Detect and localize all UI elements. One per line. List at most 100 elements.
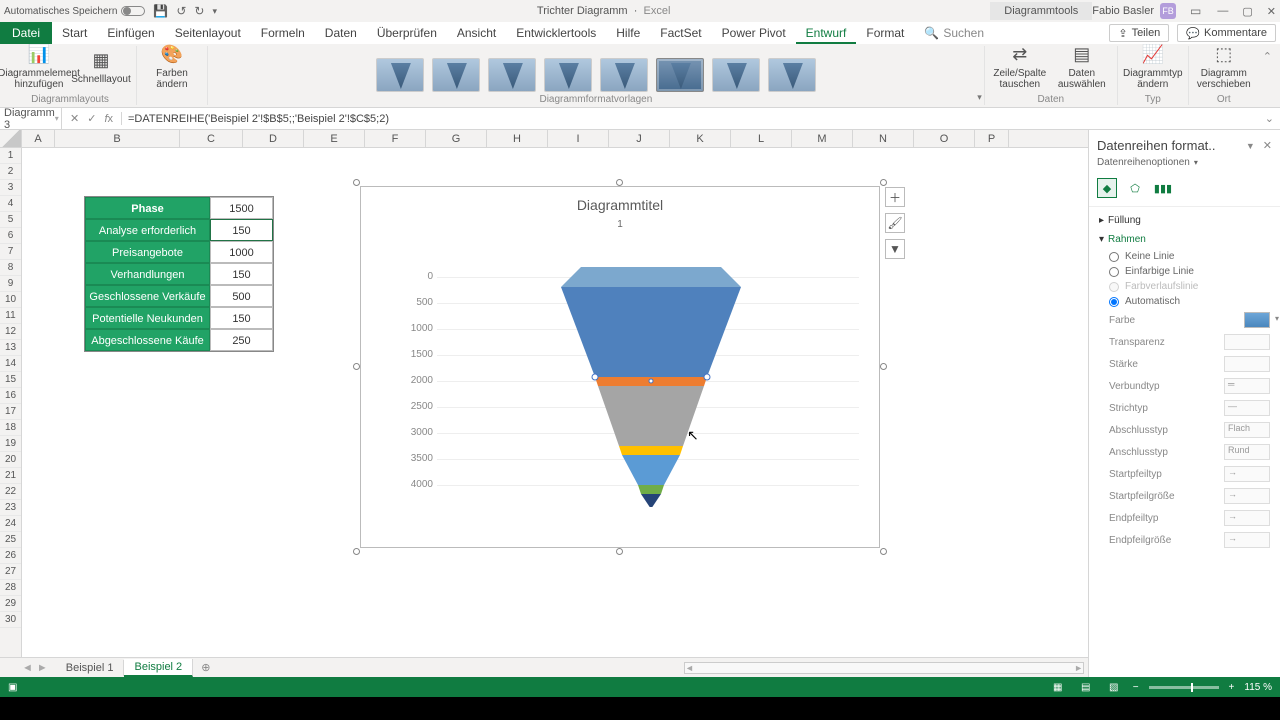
table-row-value[interactable]: 250 [210, 329, 273, 351]
row-header[interactable]: 26 [0, 548, 21, 564]
zoom-slider[interactable] [1149, 686, 1219, 689]
row-header[interactable]: 20 [0, 452, 21, 468]
chart-filter-button[interactable]: ▼ [885, 239, 905, 259]
tab-formulas[interactable]: Formeln [251, 22, 315, 44]
column-header[interactable]: N [853, 130, 914, 147]
pane-dropdown-icon[interactable]: ▼ [1246, 141, 1255, 151]
table-row-label[interactable]: Preisangebote [85, 241, 210, 263]
zoom-out-icon[interactable]: − [1133, 682, 1139, 693]
record-macro-icon[interactable]: ▣ [8, 682, 17, 693]
chart-legend[interactable]: 1 [361, 219, 879, 230]
column-header[interactable]: K [670, 130, 731, 147]
tab-start[interactable]: Start [52, 22, 97, 44]
column-header[interactable]: D [243, 130, 304, 147]
add-sheet-button[interactable]: ⊕ [193, 661, 218, 674]
row-header[interactable]: 17 [0, 404, 21, 420]
chart-style-3[interactable] [488, 58, 536, 92]
chart-style-2[interactable] [432, 58, 480, 92]
sheet-nav-next-icon[interactable]: ► [37, 662, 48, 674]
tab-design[interactable]: Entwurf [796, 22, 857, 44]
table-header-value[interactable]: 1500 [210, 197, 273, 219]
row-header[interactable]: 30 [0, 612, 21, 628]
sheet-tab-2[interactable]: Beispiel 2 [124, 659, 193, 677]
styles-more-icon[interactable]: ▾ [977, 92, 982, 103]
chart-style-5[interactable] [600, 58, 648, 92]
move-chart-button[interactable]: ⬚Diagramm verschieben [1195, 42, 1253, 92]
table-row-value[interactable]: 150 [210, 263, 273, 285]
minimize-icon[interactable]: — [1217, 5, 1228, 18]
table-row-value[interactable]: 150 [210, 307, 273, 329]
enter-formula-icon[interactable]: ✓ [87, 112, 96, 125]
tab-data[interactable]: Daten [315, 22, 367, 44]
row-header[interactable]: 9 [0, 276, 21, 292]
tell-me-search[interactable]: 🔍 Suchen [924, 22, 984, 44]
border-gradient-radio[interactable]: Farbverlaufslinie [1099, 279, 1270, 294]
row-header[interactable]: 15 [0, 372, 21, 388]
chart-style-1[interactable] [376, 58, 424, 92]
row-header[interactable]: 7 [0, 244, 21, 260]
chart-style-7[interactable] [712, 58, 760, 92]
chart-title[interactable]: Diagrammtitel [361, 187, 879, 213]
zoom-in-icon[interactable]: + [1229, 682, 1235, 693]
row-header[interactable]: 3 [0, 180, 21, 196]
chart-style-6[interactable] [656, 58, 704, 92]
quick-layout-button[interactable]: ▦Schnelllayout [72, 42, 130, 92]
chart-object[interactable]: Diagrammtitel 1 050010001500200025003000… [360, 186, 880, 548]
table-row-value[interactable]: 500 [210, 285, 273, 307]
column-header[interactable]: I [548, 130, 609, 147]
table-row-value[interactable]: 150 [210, 219, 273, 241]
table-row-label[interactable]: Analyse erforderlich [85, 219, 210, 241]
table-row-value[interactable]: 1000 [210, 241, 273, 263]
column-header[interactable]: G [426, 130, 487, 147]
expand-formula-icon[interactable]: ⌄ [1259, 112, 1280, 125]
tab-pagelayout[interactable]: Seitenlayout [165, 22, 251, 44]
column-header[interactable]: P [975, 130, 1009, 147]
column-header[interactable]: A [22, 130, 55, 147]
chart-style-4[interactable] [544, 58, 592, 92]
column-header[interactable]: F [365, 130, 426, 147]
chart-plot-area[interactable]: 05001000150020002500300035004000 [401, 257, 859, 527]
arrow-begin-size-select[interactable]: → [1224, 488, 1270, 504]
tab-developer[interactable]: Entwicklertools [506, 22, 606, 44]
table-row-label[interactable]: Geschlossene Verkäufe [85, 285, 210, 307]
table-row-label[interactable]: Verhandlungen [85, 263, 210, 285]
border-solid-radio[interactable]: Einfarbige Linie [1099, 264, 1270, 279]
maximize-icon[interactable]: ▢ [1242, 5, 1252, 18]
tab-view[interactable]: Ansicht [447, 22, 506, 44]
select-all-button[interactable] [0, 130, 22, 147]
row-header[interactable]: 10 [0, 292, 21, 308]
table-row-label[interactable]: Potentielle Neukunden [85, 307, 210, 329]
comments-button[interactable]: 💬 Kommentare [1177, 24, 1276, 42]
border-auto-radio[interactable]: Automatisch [1099, 294, 1270, 309]
row-header[interactable]: 2 [0, 164, 21, 180]
column-header[interactable]: J [609, 130, 670, 147]
column-header[interactable]: B [55, 130, 180, 147]
border-width-input[interactable] [1224, 356, 1270, 372]
column-header[interactable]: H [487, 130, 548, 147]
row-header[interactable]: 28 [0, 580, 21, 596]
name-box[interactable]: Diagramm 3▾ [0, 107, 62, 131]
row-header[interactable]: 1 [0, 148, 21, 164]
row-header[interactable]: 14 [0, 356, 21, 372]
change-chart-type-button[interactable]: 📈Diagrammtyp ändern [1124, 42, 1182, 92]
arrow-begin-type-select[interactable]: → [1224, 466, 1270, 482]
tab-help[interactable]: Hilfe [606, 22, 650, 44]
page-break-view-icon[interactable]: ▧ [1105, 682, 1123, 693]
switch-row-col-button[interactable]: ⇄Zeile/Spalte tauschen [991, 42, 1049, 92]
row-header[interactable]: 13 [0, 340, 21, 356]
row-header[interactable]: 22 [0, 484, 21, 500]
table-row-label[interactable]: Abgeschlossene Käufe [85, 329, 210, 351]
section-fill[interactable]: ▸Füllung [1099, 211, 1270, 230]
page-layout-view-icon[interactable]: ▤ [1077, 682, 1095, 693]
normal-view-icon[interactable]: ▦ [1049, 682, 1067, 693]
row-header[interactable]: 16 [0, 388, 21, 404]
row-header[interactable]: 12 [0, 324, 21, 340]
column-header[interactable]: O [914, 130, 975, 147]
tab-factset[interactable]: FactSet [650, 22, 711, 44]
pane-close-icon[interactable]: ✕ [1263, 140, 1272, 152]
row-header[interactable]: 8 [0, 260, 21, 276]
chart-elements-button[interactable]: ＋ [885, 187, 905, 207]
row-header[interactable]: 18 [0, 420, 21, 436]
autosave-toggle[interactable]: Automatisches Speichern [4, 6, 145, 17]
row-header[interactable]: 4 [0, 196, 21, 212]
